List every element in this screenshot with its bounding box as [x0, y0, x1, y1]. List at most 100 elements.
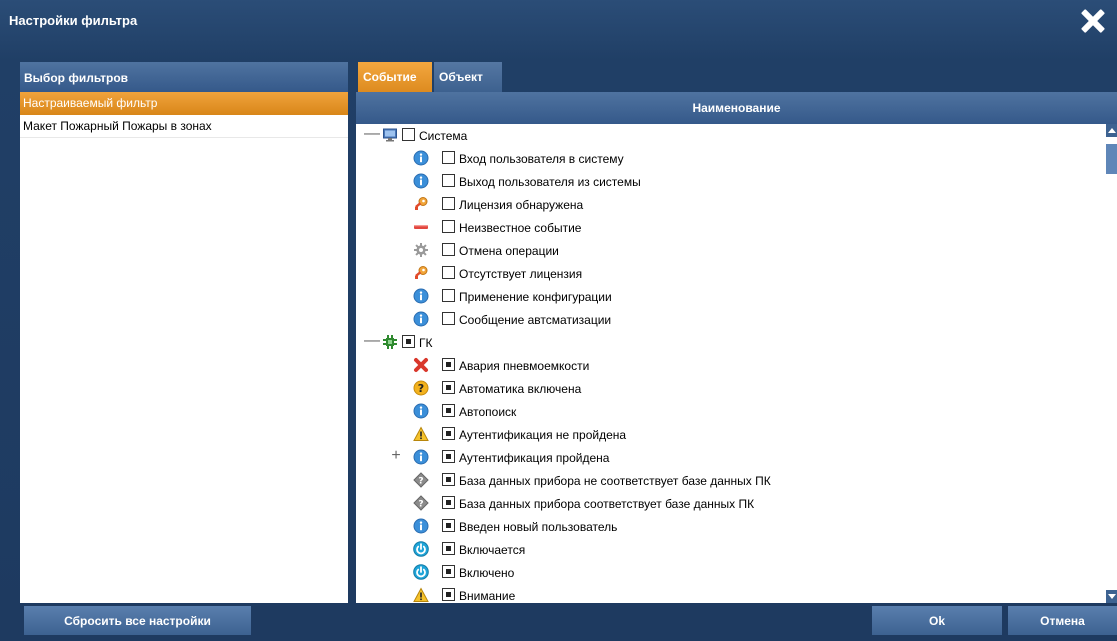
tree-row[interactable]: Автопоиск — [356, 400, 1106, 423]
diamond-icon: ? — [413, 472, 429, 488]
tree-checkbox[interactable] — [442, 289, 455, 302]
collapse-icon[interactable]: — — [364, 333, 380, 349]
tree-row-label: Включается — [459, 543, 526, 557]
minus-bar-icon — [413, 219, 429, 235]
tree-row[interactable]: Авария пневмоемкости — [356, 354, 1106, 377]
filter-selection-header: Выбор фильтров — [20, 62, 348, 92]
tree-checkbox[interactable] — [442, 588, 455, 601]
tree-row-label: Включено — [459, 566, 515, 580]
tree-row-label: Неизвестное событие — [459, 221, 582, 235]
tree-checkbox[interactable] — [442, 266, 455, 279]
tree-row[interactable]: Вход пользователя в систему — [356, 147, 1106, 170]
cancel-button[interactable]: Отмена — [1008, 606, 1117, 635]
ok-button[interactable]: Ok — [872, 606, 1002, 635]
close-icon[interactable] — [1079, 6, 1105, 36]
tree-row[interactable]: ? База данных прибора соответствует базе … — [356, 492, 1106, 515]
tree-row-label: Авария пневмоемкости — [459, 359, 590, 373]
scroll-down-icon[interactable] — [1106, 590, 1117, 603]
svg-text:?: ? — [418, 477, 423, 487]
info-icon — [413, 150, 429, 166]
tree-row-label: Аутентификация пройдена — [459, 451, 610, 465]
svg-text:?: ? — [418, 500, 423, 510]
title-bar: Настройки фильтра — [0, 0, 1117, 44]
question-icon: ? — [413, 380, 429, 396]
reset-all-button[interactable]: Сбросить все настройки — [24, 606, 251, 635]
tree-row-label: Внимание — [459, 589, 516, 603]
info-icon — [413, 403, 429, 419]
tree-row[interactable]: Внимание — [356, 584, 1106, 603]
tree-row[interactable]: Сообщение автсматизации — [356, 308, 1106, 331]
tab-event[interactable]: Событие — [358, 62, 432, 92]
tree-checkbox[interactable] — [442, 496, 455, 509]
tree-row[interactable]: Отсутствует лицензия — [356, 262, 1106, 285]
tree-checkbox[interactable] — [442, 381, 455, 394]
tree-row-label: Отмена операции — [459, 244, 559, 258]
tree-checkbox[interactable] — [442, 427, 455, 440]
tree-row[interactable]: ? База данных прибора не соответствует ба… — [356, 469, 1106, 492]
tree-row[interactable]: Неизвестное событие — [356, 216, 1106, 239]
tree-checkbox[interactable] — [442, 312, 455, 325]
tree-row-label: Автопоиск — [459, 405, 517, 419]
info-icon — [413, 288, 429, 304]
expand-icon[interactable]: + — [390, 448, 402, 464]
filter-item-custom[interactable]: Настраиваемый фильтр — [20, 92, 348, 115]
tree-checkbox[interactable] — [442, 174, 455, 187]
tree-row[interactable]: Введен новый пользователь — [356, 515, 1106, 538]
monitor-icon — [382, 127, 398, 143]
info-icon — [413, 449, 429, 465]
tree-checkbox[interactable] — [442, 358, 455, 371]
tree-row[interactable]: Применение конфигурации — [356, 285, 1106, 308]
tree-row[interactable]: — Система — [356, 124, 1106, 147]
tree-row-label: Автоматика включена — [459, 382, 582, 396]
tree-row-label: Выход пользователя из системы — [459, 175, 641, 189]
gear-icon — [413, 242, 429, 258]
tree-row[interactable]: + Аутентификация пройдена — [356, 446, 1106, 469]
tree-row-label: Лицензия обнаружена — [459, 198, 584, 212]
tree-checkbox[interactable] — [402, 128, 415, 141]
tree-checkbox[interactable] — [442, 151, 455, 164]
info-icon — [413, 173, 429, 189]
scroll-thumb[interactable] — [1106, 144, 1117, 174]
info-icon — [413, 311, 429, 327]
key-icon — [413, 196, 429, 212]
filter-settings-dialog: Настройки фильтра Выбор фильтров Настраи… — [0, 0, 1117, 641]
tree-checkbox[interactable] — [442, 450, 455, 463]
warning-icon — [413, 587, 429, 603]
power-icon — [413, 541, 429, 557]
tree-row[interactable]: Лицензия обнаружена — [356, 193, 1106, 216]
filter-item-fire-zones[interactable]: Макет Пожарный Пожары в зонах — [20, 115, 348, 138]
tree-row[interactable]: Выход пользователя из системы — [356, 170, 1106, 193]
tree-row[interactable]: Включается — [356, 538, 1106, 561]
tree-row[interactable]: Отмена операции — [356, 239, 1106, 262]
tree-checkbox[interactable] — [442, 243, 455, 256]
tree-row-label: Аутентификация не пройдена — [459, 428, 627, 442]
tree-checkbox[interactable] — [442, 197, 455, 210]
event-tree: — Система Вход пользователя в систему Выход… — [356, 124, 1106, 604]
tree-row[interactable]: Аутентификация не пройдена — [356, 423, 1106, 446]
tree-row[interactable]: — ГК — [356, 331, 1106, 354]
vertical-scrollbar[interactable] — [1106, 124, 1117, 603]
tree-row-label: Отсутствует лицензия — [459, 267, 583, 281]
tree-row-label: Система — [419, 129, 468, 143]
tree-checkbox[interactable] — [442, 473, 455, 486]
tree-row-label: База данных прибора не соответствует баз… — [459, 474, 771, 488]
tree-checkbox[interactable] — [402, 335, 415, 348]
power-icon — [413, 564, 429, 580]
tree-checkbox[interactable] — [442, 542, 455, 555]
tree-row-label: Сообщение автсматизации — [459, 313, 612, 327]
info-icon — [413, 518, 429, 534]
tree-row[interactable]: Включено — [356, 561, 1106, 584]
scroll-up-icon[interactable] — [1106, 124, 1117, 137]
warning-icon — [413, 426, 429, 442]
filter-selection-panel: Выбор фильтров Настраиваемый фильтр Маке… — [20, 62, 348, 603]
dialog-title: Настройки фильтра — [9, 13, 138, 28]
collapse-icon[interactable]: — — [364, 126, 380, 142]
tree-row-label: Применение конфигурации — [459, 290, 612, 304]
tree-row[interactable]: ? Автоматика включена — [356, 377, 1106, 400]
tab-object[interactable]: Объект — [434, 62, 502, 92]
tree-checkbox[interactable] — [442, 519, 455, 532]
tree-checkbox[interactable] — [442, 565, 455, 578]
tree-checkbox[interactable] — [442, 220, 455, 233]
tree-checkbox[interactable] — [442, 404, 455, 417]
tree-row-label: Введен новый пользователь — [459, 520, 618, 534]
